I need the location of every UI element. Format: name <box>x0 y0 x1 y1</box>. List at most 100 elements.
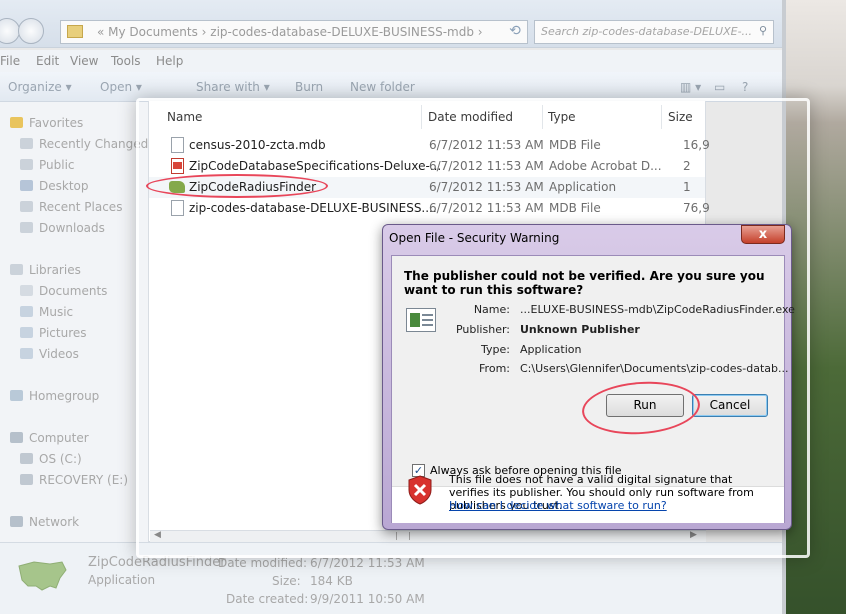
view-options-icon[interactable]: ▥ ▾ <box>680 80 701 94</box>
nav-pictures[interactable]: Pictures <box>20 326 87 340</box>
nav-recent-places[interactable]: Recent Places <box>20 200 122 214</box>
details-created: 9/9/2011 10:50 AM <box>310 592 425 606</box>
nav-label: Music <box>39 305 74 319</box>
security-warning-dialog: Open File - Security Warning x The publi… <box>382 224 795 530</box>
details-modified: 6/7/2012 11:53 AM <box>310 556 425 570</box>
warning-heading: The publisher could not be verified. Are… <box>404 269 765 297</box>
cancel-button[interactable]: Cancel <box>692 394 768 417</box>
folder-icon <box>20 159 33 170</box>
highlight-ring-file <box>146 174 328 198</box>
nav-label: Documents <box>39 284 108 298</box>
address-bar[interactable]: « My Documents › zip-codes-database-DELU… <box>60 20 528 44</box>
shield-warning-icon <box>408 475 432 505</box>
close-button[interactable]: x <box>741 225 785 244</box>
nav-label: OS (C:) <box>39 452 82 466</box>
nav-label: Public <box>39 158 75 172</box>
menu-edit[interactable]: Edit <box>36 54 59 68</box>
open-button[interactable]: Open ▾ <box>100 80 142 94</box>
nav-label: Downloads <box>39 221 105 235</box>
nav-music[interactable]: Music <box>20 305 73 319</box>
search-input[interactable]: Search zip-codes-database-DELUXE-... ⚲ <box>534 20 774 44</box>
details-created-label: Date created: <box>226 592 309 606</box>
homegroup-icon <box>10 390 23 401</box>
menu-file[interactable]: File <box>0 54 20 68</box>
publisher-value: Unknown Publisher <box>520 323 640 336</box>
nav-buttons <box>0 18 48 46</box>
nav-recovery-drive[interactable]: RECOVERY (E:) <box>20 473 128 487</box>
from-value: C:\Users\Glennifer\Documents\zip-codes-d… <box>520 362 789 375</box>
downloads-icon <box>20 222 33 233</box>
help-icon[interactable]: ? <box>742 80 748 94</box>
type-value: Application <box>520 343 582 356</box>
burn-button[interactable]: Burn <box>295 80 323 94</box>
folder-icon <box>20 138 33 149</box>
computer-icon <box>10 432 23 443</box>
refresh-icon[interactable]: ⟲ <box>502 20 528 44</box>
nav-label: Homegroup <box>29 389 100 403</box>
nav-network[interactable]: Network <box>10 515 79 529</box>
pictures-icon <box>20 327 33 338</box>
usa-map-icon <box>18 561 67 591</box>
search-placeholder: Search zip-codes-database-DELUXE-... <box>541 25 753 38</box>
nav-recently-changed[interactable]: Recently Changed <box>20 137 148 151</box>
libraries-icon <box>10 264 23 275</box>
menu-view[interactable]: View <box>70 54 98 68</box>
help-link[interactable]: How can I decide what software to run? <box>449 499 667 512</box>
drive-icon <box>20 453 33 464</box>
nav-label: Videos <box>39 347 79 361</box>
app-icon-line <box>422 314 433 316</box>
folder-icon <box>67 25 83 38</box>
star-icon <box>10 117 23 128</box>
nav-homegroup[interactable]: Homegroup <box>10 389 99 403</box>
navigation-pane: Favorites Recently Changed Public Deskto… <box>0 102 150 542</box>
nav-label: Favorites <box>29 116 84 130</box>
nav-label: Desktop <box>39 179 89 193</box>
application-icon <box>406 308 436 332</box>
app-icon-line <box>422 324 433 326</box>
nav-favorites[interactable]: Favorites <box>10 116 83 130</box>
nav-downloads[interactable]: Downloads <box>20 221 105 235</box>
nav-public[interactable]: Public <box>20 158 75 172</box>
app-icon-line <box>422 319 433 321</box>
nav-desktop[interactable]: Desktop <box>20 179 89 193</box>
nav-label: Computer <box>29 431 89 445</box>
name-value: ...ELUXE-BUSINESS-mdb\ZipCodeRadiusFinde… <box>520 303 795 316</box>
name-label: Name: <box>473 303 510 316</box>
music-icon <box>20 306 33 317</box>
nav-computer[interactable]: Computer <box>10 431 89 445</box>
nav-videos[interactable]: Videos <box>20 347 79 361</box>
menu-help[interactable]: Help <box>156 54 183 68</box>
videos-icon <box>20 348 33 359</box>
menu-bar: File Edit View Tools Help <box>0 50 784 72</box>
nav-label: Recent Places <box>39 200 123 214</box>
from-label: From: <box>479 362 510 375</box>
nav-libraries[interactable]: Libraries <box>10 263 81 277</box>
dialog-title: Open File - Security Warning <box>389 231 560 245</box>
back-button[interactable] <box>0 18 20 44</box>
type-label: Type: <box>481 343 510 356</box>
open-label: Open ▾ <box>100 80 142 94</box>
menu-tools[interactable]: Tools <box>111 54 141 68</box>
nav-documents[interactable]: Documents <box>20 284 107 298</box>
app-icon-glyph <box>410 313 420 327</box>
share-button[interactable]: Share with ▾ <box>196 80 270 94</box>
organize-button[interactable]: Organize ▾ <box>8 80 72 94</box>
nav-label: RECOVERY (E:) <box>39 473 129 487</box>
details-modified-label: Date modified: <box>218 556 308 570</box>
nav-label: Network <box>29 515 80 529</box>
nav-label: Libraries <box>29 263 81 277</box>
forward-button[interactable] <box>18 18 44 44</box>
network-icon <box>10 516 23 527</box>
nav-label: Recently Changed <box>39 137 149 151</box>
address-path: « My Documents › zip-codes-database-DELU… <box>97 25 483 39</box>
desktop-icon <box>20 180 33 191</box>
new-folder-button[interactable]: New folder <box>350 80 415 94</box>
details-type: Application <box>88 573 156 587</box>
recent-places-icon <box>20 201 33 212</box>
drive-icon <box>20 474 33 485</box>
preview-pane-icon[interactable]: ▭ <box>714 80 725 94</box>
details-size: 184 KB <box>310 574 353 588</box>
publisher-label: Publisher: <box>455 323 510 336</box>
nav-os-drive[interactable]: OS (C:) <box>20 452 82 466</box>
search-icon: ⚲ <box>758 24 767 37</box>
